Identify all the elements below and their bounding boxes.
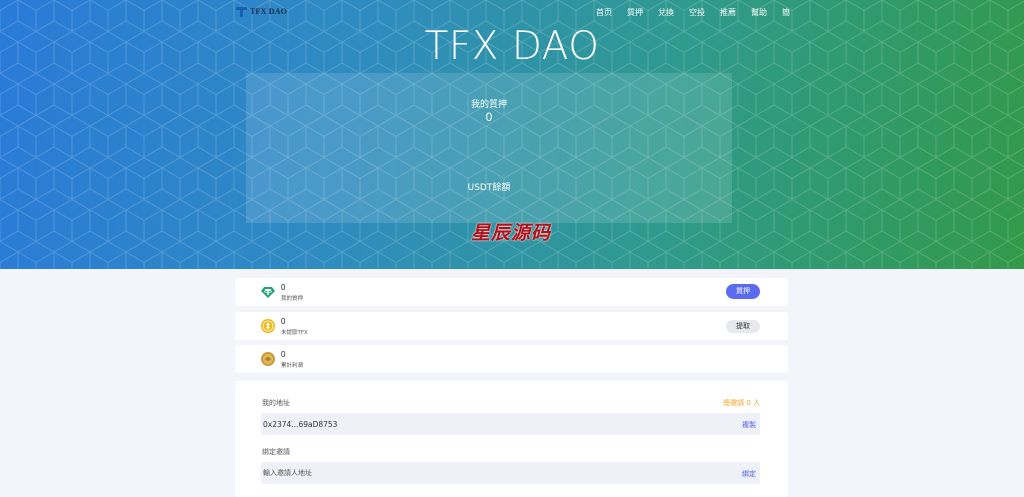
stake-summary-panel: 我的質押 0 USDT餘額 — [246, 73, 732, 223]
wallet-address: 0x2374...69aD8753 — [263, 420, 338, 429]
language-toggle[interactable]: 簡 — [782, 7, 790, 18]
bind-invite-button[interactable]: 綁定 — [742, 469, 756, 479]
unclaimed-tfx-card: 0 未提取TFX 提取 — [235, 312, 788, 340]
tfx-logo-icon — [236, 7, 247, 17]
bind-invite-label: 綁定邀請 — [262, 448, 290, 456]
hero-title: TFX DAO — [424, 24, 600, 69]
bind-invite-field: 綁定 — [261, 462, 760, 484]
total-profit-label: 累計利潤 — [281, 363, 304, 369]
stake-amount: 0 — [281, 283, 286, 292]
nav-item-home[interactable]: 首页 — [596, 7, 612, 18]
logo-text: TFX DAO — [250, 7, 288, 16]
stake-card: 0 我的質押 質押 — [235, 278, 788, 306]
address-section: 我的地址 總邀請 0 人 0x2374...69aD8753 複製 綁定邀請 綁… — [235, 381, 788, 497]
logo[interactable]: TFX DAO — [236, 6, 287, 17]
usdt-balance-label: USDT餘額 — [467, 183, 511, 193]
inviter-address-input[interactable] — [263, 466, 683, 480]
invite-count: 總邀請 0 人 — [723, 399, 760, 407]
my-stake-label: 我的質押 — [470, 100, 507, 110]
navbar: TFX DAO 首页 質押 兌換 空投 推薦 幫助 簡 — [236, 0, 790, 22]
hero-banner: TFX DAO 首页 質押 兌換 空投 推薦 幫助 簡 TFX DAO 我的質押… — [0, 0, 1024, 269]
unclaimed-tfx-label: 未提取TFX — [281, 330, 308, 336]
nav-item-referral[interactable]: 推薦 — [720, 7, 736, 18]
gold-coin-icon — [261, 352, 275, 366]
stake-button[interactable]: 質押 — [726, 284, 760, 299]
total-profit-amount: 0 — [281, 350, 286, 359]
nav-item-stake[interactable]: 質押 — [627, 7, 643, 18]
nav-menu: 首页 質押 兌換 空投 推薦 幫助 簡 — [581, 7, 790, 18]
nav-item-airdrop[interactable]: 空投 — [689, 7, 705, 18]
tether-icon — [261, 287, 275, 298]
copy-address-button[interactable]: 複製 — [742, 420, 756, 430]
my-stake-value: 0 — [485, 110, 493, 124]
withdraw-button[interactable]: 提取 — [726, 320, 760, 333]
unclaimed-tfx-amount: 0 — [281, 317, 286, 326]
my-address-label: 我的地址 — [262, 399, 290, 407]
stake-card-label: 我的質押 — [281, 296, 304, 302]
nav-item-exchange[interactable]: 兌換 — [658, 7, 674, 18]
tfx-coin-icon — [261, 319, 275, 333]
total-profit-card: 0 累計利潤 — [235, 345, 788, 373]
nav-item-help[interactable]: 幫助 — [751, 7, 767, 18]
my-address-field: 0x2374...69aD8753 複製 — [261, 413, 760, 435]
watermark-text: 星辰源码 — [471, 222, 552, 244]
